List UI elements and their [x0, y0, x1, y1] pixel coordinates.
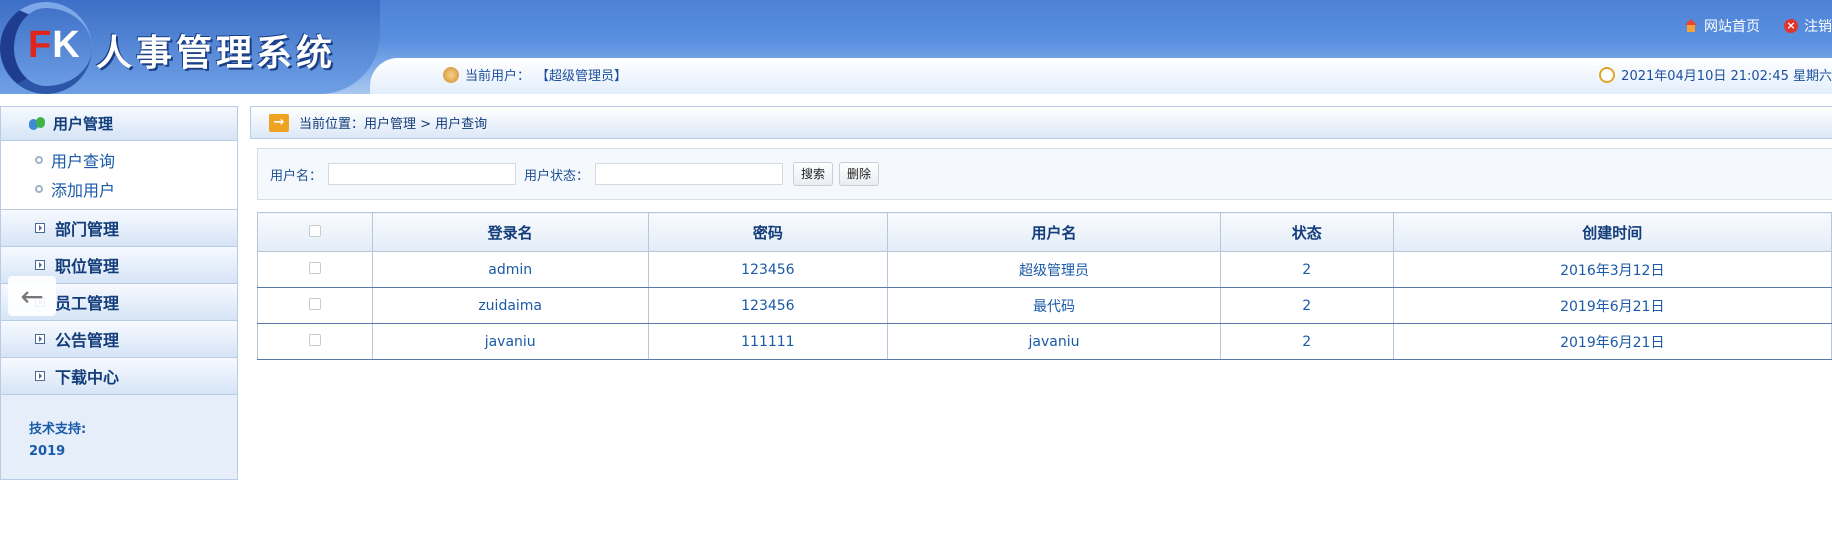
- cell-password: 111111: [647, 323, 889, 360]
- top-links: 网站首页 × 注销: [1684, 16, 1832, 36]
- app-title: 人事管理系统: [96, 32, 337, 74]
- current-user-label: 当前用户：: [465, 69, 531, 84]
- sidebar-sub-items: 用户查询 添加用户: [1, 141, 237, 210]
- cell-login: admin: [371, 251, 649, 288]
- home-link[interactable]: 网站首页: [1684, 16, 1760, 36]
- expand-icon: [35, 260, 45, 270]
- expand-icon: [35, 223, 45, 233]
- datetime-text: 2021年04月10日 21:02:45 星期六: [1621, 69, 1832, 84]
- cell-username: javaniu: [887, 323, 1221, 360]
- select-all-checkbox[interactable]: [308, 225, 321, 237]
- sidebar-menu-label: 员工管理: [55, 294, 120, 313]
- sidebar-menu-download[interactable]: 下载中心: [1, 358, 237, 395]
- logout-link[interactable]: × 注销: [1784, 16, 1832, 36]
- cell-password: 123456: [647, 287, 889, 324]
- current-user-value: 【超级管理员】: [536, 69, 628, 84]
- row-select-cell: [257, 287, 373, 324]
- column-header-username: 用户名: [887, 212, 1221, 252]
- sidebar-item-label: 添加用户: [51, 180, 116, 200]
- tech-support-label: 技术支持:: [29, 422, 87, 437]
- row-checkbox[interactable]: [308, 261, 321, 274]
- cell-status: 2: [1219, 251, 1394, 288]
- tech-support: 技术支持: 2019: [1, 395, 237, 463]
- sidebar-section-user-management[interactable]: 用户管理: [1, 107, 237, 141]
- logout-link-label: 注销: [1804, 19, 1832, 35]
- current-user: 当前用户： 【超级管理员】: [443, 65, 627, 84]
- user-table: 登录名 密码 用户名 状态 创建时间 admin 123456 超级管理员 2 …: [257, 212, 1832, 360]
- username-label: 用户名：: [270, 168, 323, 184]
- username-input[interactable]: [328, 163, 517, 185]
- cell-login: javaniu: [371, 323, 649, 360]
- home-icon: [1684, 19, 1698, 33]
- sidebar-item-label: 用户查询: [51, 151, 116, 171]
- header: FK 人事管理系统 网站首页 × 注销 当前用户： 【超级管理员】 2021年0…: [0, 0, 1832, 94]
- sidebar-menu-notice[interactable]: 公告管理: [1, 321, 237, 358]
- sidebar-menu-label: 部门管理: [55, 220, 120, 239]
- row-checkbox[interactable]: [308, 333, 321, 346]
- search-button[interactable]: 搜索: [793, 162, 834, 186]
- sidebar-menu-label: 下载中心: [55, 368, 120, 387]
- arrow-left-icon: ←: [20, 279, 44, 313]
- cell-login: zuidaima: [371, 287, 649, 324]
- select-all-header: [257, 212, 373, 252]
- breadcrumb-prefix: 当前位置：: [299, 117, 365, 132]
- column-header-status: 状态: [1219, 212, 1394, 252]
- column-header-created: 创建时间: [1392, 212, 1832, 252]
- table-row[interactable]: zuidaima 123456 最代码 2 2019年6月21日: [257, 287, 1832, 324]
- row-select-cell: [257, 323, 373, 360]
- table-row[interactable]: admin 123456 超级管理员 2 2016年3月12日: [257, 251, 1832, 288]
- cell-username: 超级管理员: [887, 251, 1221, 288]
- bullet-icon: [35, 184, 43, 193]
- sidebar-item-user-query[interactable]: 用户查询: [1, 145, 237, 174]
- cell-status: 2: [1219, 287, 1394, 324]
- sidebar-menu-label: 职位管理: [55, 257, 120, 276]
- status-input[interactable]: [595, 163, 784, 185]
- datetime-display: 2021年04月10日 21:02:45 星期六: [1599, 65, 1832, 84]
- breadcrumb: → 当前位置： 用户管理 > 用户查询: [250, 106, 1832, 139]
- expand-icon: [35, 334, 45, 344]
- cell-username: 最代码: [887, 287, 1221, 324]
- sidebar-menu-department[interactable]: 部门管理: [1, 210, 237, 247]
- expand-icon: [35, 371, 45, 381]
- row-select-cell: [257, 251, 373, 288]
- column-header-password: 密码: [647, 212, 889, 252]
- arrow-right-icon: →: [269, 113, 289, 132]
- table-row[interactable]: javaniu 111111 javaniu 2 2019年6月21日: [257, 323, 1832, 360]
- cell-password: 123456: [647, 251, 889, 288]
- row-checkbox[interactable]: [308, 297, 321, 310]
- cell-created: 2016年3月12日: [1392, 251, 1832, 288]
- logout-icon: ×: [1784, 19, 1798, 33]
- users-icon: [29, 116, 45, 131]
- logo-letter-k: K: [52, 24, 81, 66]
- logo: FK: [28, 24, 81, 67]
- tech-support-year: 2019: [29, 444, 66, 459]
- sidebar-section-label: 用户管理: [53, 115, 114, 133]
- back-button[interactable]: ←: [8, 276, 56, 316]
- cell-created: 2019年6月21日: [1392, 287, 1832, 324]
- breadcrumb-path: 用户管理 > 用户查询: [364, 117, 488, 132]
- cell-created: 2019年6月21日: [1392, 323, 1832, 360]
- search-bar: 用户名： 用户状态： 搜索 删除: [257, 148, 1832, 200]
- clock-icon: [1599, 66, 1616, 83]
- sidebar-menu-label: 公告管理: [55, 331, 120, 350]
- cell-status: 2: [1219, 323, 1394, 360]
- column-header-login: 登录名: [371, 212, 649, 252]
- table-header-row: 登录名 密码 用户名 状态 创建时间: [257, 212, 1832, 252]
- bullet-icon: [35, 155, 43, 164]
- home-link-label: 网站首页: [1704, 19, 1760, 35]
- delete-button[interactable]: 删除: [839, 162, 880, 186]
- user-icon: [443, 66, 459, 83]
- sidebar-item-add-user[interactable]: 添加用户: [1, 174, 237, 203]
- logo-letter-f: F: [28, 24, 53, 66]
- status-label: 用户状态：: [524, 168, 590, 184]
